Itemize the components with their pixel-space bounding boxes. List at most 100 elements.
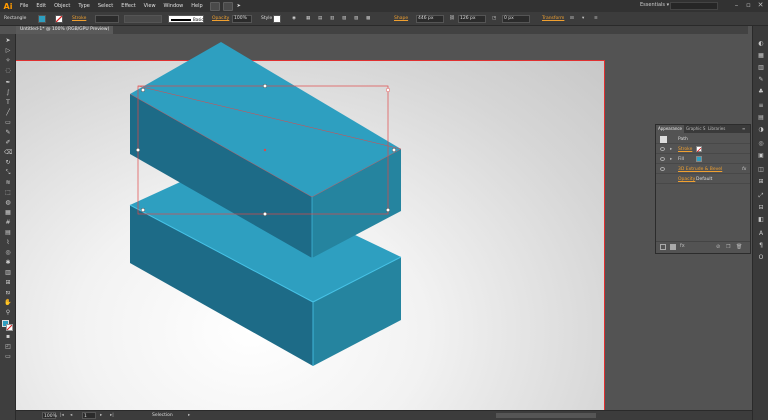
pen-tool-icon[interactable]: ✒ [4, 80, 12, 86]
expand-arrow-icon[interactable]: ▸ [670, 155, 672, 164]
tab-graphic-styles[interactable]: Graphic S [684, 125, 707, 133]
line-tool-icon[interactable]: ╱ [4, 110, 12, 116]
shaper-tool-icon[interactable]: ✐ [4, 140, 12, 146]
align-right-icon[interactable]: ▨ [354, 15, 358, 23]
menu-type[interactable]: Type [74, 0, 93, 12]
brushes-panel-icon[interactable]: ✎ [757, 76, 765, 83]
pathfinder-panel-icon[interactable]: ◧ [757, 216, 765, 223]
artboard-tool-icon[interactable]: ⊞ [4, 280, 12, 286]
appearance-panel-icon[interactable]: ◎ [757, 140, 765, 147]
column-graph-tool-icon[interactable]: ▥ [4, 270, 12, 276]
opacity-row[interactable]: Opacity Default [656, 175, 750, 184]
stroke-row-label[interactable]: Stroke [678, 145, 692, 154]
transform-label[interactable]: Transform [542, 15, 564, 23]
eraser-tool-icon[interactable]: ⌫ [4, 150, 12, 156]
isolate-icon[interactable]: ⊟ [570, 15, 574, 23]
stroke-row[interactable]: ▸ Stroke [656, 145, 750, 154]
effect-row-label[interactable]: 3D Extrude & Bevel [678, 165, 722, 174]
character-panel-icon[interactable]: A [757, 230, 765, 237]
layers-panel-icon[interactable]: ◫ [757, 166, 765, 173]
zoom-tool-icon[interactable]: ⚲ [4, 310, 12, 316]
perspective-grid-tool-icon[interactable]: ▦ [4, 210, 12, 216]
align-panel-icon[interactable]: ⊟ [757, 204, 765, 211]
fill-swatch[interactable] [38, 15, 46, 23]
panel-menu-icon[interactable]: ≡ [594, 15, 598, 23]
transform-panel-icon[interactable]: ⤢ [757, 192, 765, 199]
stroke-color-box[interactable] [6, 324, 13, 331]
symbols-panel-icon[interactable]: ♣ [757, 88, 765, 95]
eyedropper-tool-icon[interactable]: ⌇ [4, 240, 12, 246]
anchor-handle[interactable] [140, 207, 146, 213]
opacity-label[interactable]: Opacity [212, 15, 229, 23]
visibility-eye-icon[interactable] [660, 167, 665, 171]
rotate-tool-icon[interactable]: ↻ [4, 160, 12, 166]
align-center-icon[interactable]: ▧ [342, 15, 346, 23]
free-transform-tool-icon[interactable]: ⬚ [4, 190, 12, 196]
color-guide-icon[interactable]: ▦ [757, 52, 765, 59]
magic-wand-tool-icon[interactable]: ✧ [4, 58, 12, 64]
status-menu-arrow-icon[interactable]: ▸ [188, 412, 190, 419]
brush-definition-dropdown[interactable]: Basic [168, 15, 204, 23]
add-new-effect-icon[interactable]: fx [680, 243, 685, 249]
search-input[interactable] [670, 2, 718, 10]
opacity-row-label[interactable]: Opacity [678, 175, 695, 184]
canvas-area[interactable] [16, 34, 752, 410]
menu-object[interactable]: Object [50, 0, 74, 12]
symbol-sprayer-tool-icon[interactable]: ✱ [4, 260, 12, 266]
next-artboard-icon[interactable]: ▸ [100, 412, 102, 419]
align-top-icon[interactable]: ▩ [366, 15, 370, 23]
duplicate-item-icon[interactable]: ❐ [726, 244, 730, 250]
slice-tool-icon[interactable]: ⧅ [4, 290, 12, 296]
corner-radius-field[interactable]: 0 px [502, 15, 530, 23]
stroke-row-swatch[interactable] [696, 146, 702, 153]
gradient-tool-icon[interactable]: ▤ [4, 230, 12, 236]
anchor-handle[interactable] [385, 87, 391, 93]
panel-menu-icon[interactable]: ≡ [740, 125, 747, 133]
select-similar-icon[interactable]: ▾ [582, 15, 584, 23]
horizontal-scrollbar[interactable] [496, 413, 596, 418]
menu-view[interactable]: View [140, 0, 160, 12]
stroke-panel-icon[interactable]: ≡ [757, 102, 765, 109]
visibility-eye-icon[interactable] [660, 147, 665, 151]
anchor-handle[interactable] [140, 87, 146, 93]
scale-tool-icon[interactable]: ⤡ [4, 170, 12, 176]
rectangle-tool-icon[interactable]: ▭ [4, 120, 12, 126]
align-icon[interactable]: ▦ [306, 15, 310, 23]
screen-mode-icon[interactable]: ▭ [4, 354, 12, 360]
height-field[interactable]: 126 px [458, 15, 486, 23]
graphic-styles-panel-icon[interactable]: ▣ [757, 152, 765, 159]
menu-file[interactable]: File [16, 0, 32, 12]
menu-help[interactable]: Help [187, 0, 206, 12]
shape-builder-tool-icon[interactable]: ◍ [4, 200, 12, 206]
blend-tool-icon[interactable]: ◎ [4, 250, 12, 256]
anchor-handle[interactable] [262, 211, 268, 217]
menu-select[interactable]: Select [94, 0, 117, 12]
menu-window[interactable]: Window [160, 0, 188, 12]
gpu-performance-icon[interactable]: ➤ [233, 0, 245, 12]
trash-icon[interactable]: 🗑 [736, 244, 742, 250]
gradient-panel-icon[interactable]: ▤ [757, 114, 765, 121]
add-new-stroke-icon[interactable] [660, 244, 666, 250]
width-tool-icon[interactable]: ≋ [4, 180, 12, 186]
workspace-switcher[interactable]: Essentials ▾ [640, 2, 669, 8]
anchor-handle[interactable] [262, 83, 268, 89]
paragraph-panel-icon[interactable]: ¶ [757, 242, 765, 249]
graphic-style-swatch[interactable] [273, 15, 281, 23]
constrain-link-icon[interactable]: ⛓ [449, 15, 455, 23]
distribute-icon[interactable]: ▤ [318, 15, 322, 23]
lasso-tool-icon[interactable]: ◌ [4, 68, 12, 74]
corner-type-icon[interactable]: ◳ [492, 15, 496, 23]
width-field[interactable]: 446 px [416, 15, 444, 23]
zoom-field[interactable]: 100% [42, 412, 57, 419]
mesh-tool-icon[interactable]: # [4, 220, 12, 226]
paintbrush-tool-icon[interactable]: ✎ [4, 130, 12, 136]
arrange-documents-button[interactable] [222, 1, 233, 11]
first-artboard-icon[interactable]: |◂ [60, 412, 64, 419]
menu-effect[interactable]: Effect [117, 0, 139, 12]
menu-edit[interactable]: Edit [32, 0, 50, 12]
document-tab[interactable]: Untitled-1* @ 100% (RGB/GPU Preview) [16, 26, 114, 34]
anchor-handle[interactable] [135, 147, 141, 153]
curvature-tool-icon[interactable]: ∫ [4, 90, 12, 96]
transparency-panel-icon[interactable]: ◑ [757, 126, 765, 133]
opacity-field[interactable]: 100% [232, 15, 252, 23]
